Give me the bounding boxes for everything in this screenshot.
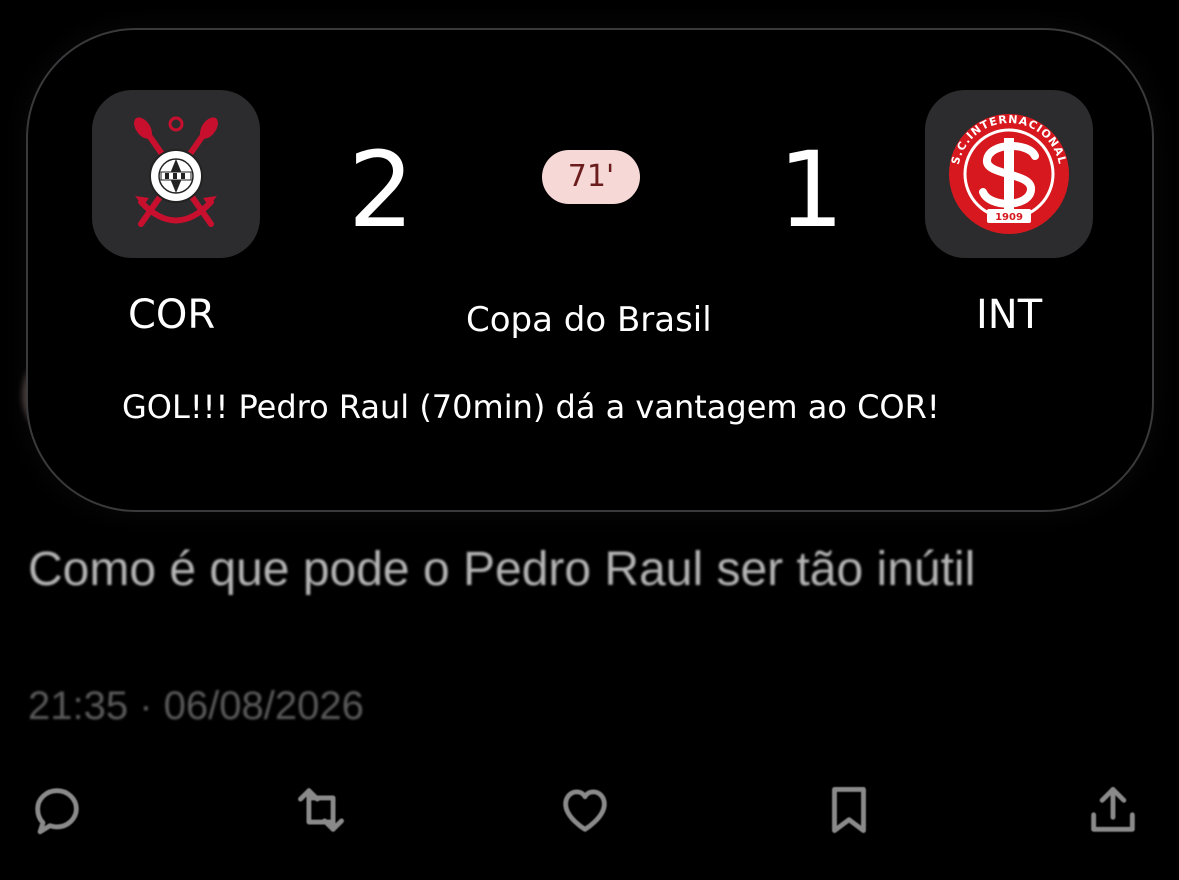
- home-team-logo: [92, 90, 260, 258]
- share-icon: [1091, 787, 1135, 832]
- live-activity-scoreboard[interactable]: 2 71' 1 S.C.INTERNACIONAL 1909 COR Copa …: [26, 28, 1154, 512]
- tweet-action-bar: [0, 775, 1179, 845]
- away-team-abbr: INT: [976, 292, 1043, 338]
- corinthians-crest-icon: [134, 116, 218, 227]
- heart-icon: [563, 789, 607, 832]
- internacional-crest-icon: S.C.INTERNACIONAL 1909: [949, 113, 1069, 234]
- tweet-timestamp: 21:35 · 06/08/2026: [28, 684, 364, 728]
- int-year-text: 1909: [995, 212, 1023, 223]
- home-score: 2: [348, 129, 415, 251]
- away-team-logo: S.C.INTERNACIONAL 1909: [925, 90, 1093, 258]
- retweet-icon: [298, 788, 344, 832]
- tweet-text: Como é que pode o Pedro Raul ser tão inú…: [28, 543, 976, 596]
- away-score: 1: [778, 129, 845, 251]
- competition-name: Copa do Brasil: [466, 300, 712, 340]
- bookmark-button[interactable]: [814, 775, 884, 845]
- share-button[interactable]: [1078, 775, 1148, 845]
- bookmark-icon: [832, 787, 866, 833]
- reply-icon: [35, 788, 79, 835]
- like-button[interactable]: [550, 775, 620, 845]
- goal-event-text: GOL!!! Pedro Raul (70min) dá a vantagem …: [122, 388, 940, 426]
- match-minute-badge: 71': [542, 150, 640, 204]
- retweet-button[interactable]: [286, 775, 356, 845]
- reply-button[interactable]: [22, 775, 92, 845]
- home-team-abbr: COR: [128, 292, 216, 338]
